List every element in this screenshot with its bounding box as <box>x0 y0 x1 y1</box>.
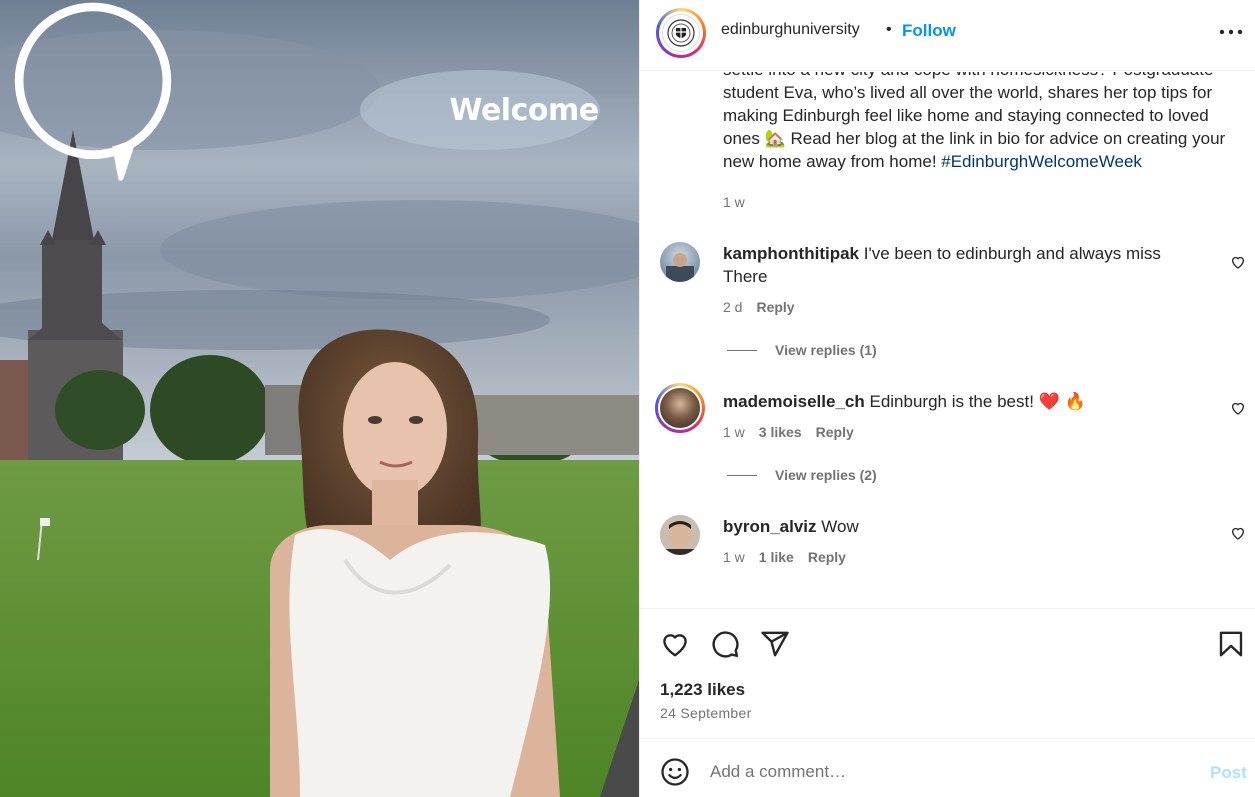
more-horizontal-icon[interactable] <box>1219 22 1243 42</box>
welcome-sticker-text: Welcome <box>449 93 599 128</box>
view-replies-button[interactable]: View replies (2) <box>727 467 877 483</box>
add-comment-bar: Post <box>640 738 1255 797</box>
view-replies-button[interactable]: View replies (1) <box>727 342 877 358</box>
comment-meta: 1 w 1 like Reply <box>723 549 846 565</box>
commenter-avatar[interactable] <box>660 242 700 282</box>
post-details-panel: edinburghuniversity • Follow settle into… <box>639 0 1255 797</box>
view-replies-label: View replies (2) <box>775 467 877 483</box>
comment-username[interactable]: mademoiselle_ch <box>723 392 865 411</box>
comment-likes-count[interactable]: 1 like <box>759 549 794 565</box>
post-header: edinburghuniversity • Follow <box>640 0 1255 71</box>
heart-icon[interactable] <box>660 629 690 659</box>
comment-meta: 2 d Reply <box>723 299 795 315</box>
post-actions: 1,223 likes 24 September <box>640 608 1255 738</box>
reply-button[interactable]: Reply <box>808 549 846 565</box>
comment-body: kamphonthitipak I've been to edinburgh a… <box>723 242 1193 288</box>
comment-like-heart-icon[interactable] <box>1230 254 1246 270</box>
comment-username[interactable]: kamphonthitipak <box>723 244 859 263</box>
reply-button[interactable]: Reply <box>816 424 854 440</box>
post-date: 24 September <box>660 705 752 721</box>
share-icon[interactable] <box>760 629 790 659</box>
follow-button[interactable]: Follow <box>902 21 956 41</box>
comment-time: 1 w <box>723 549 745 565</box>
likes-count[interactable]: 1,223 likes <box>660 680 745 700</box>
comment-icon[interactable] <box>710 629 740 659</box>
comment-like-heart-icon[interactable] <box>1230 525 1246 541</box>
instagram-post: Welcome edinburghuniversity • Follow stu… <box>0 0 1255 797</box>
caption-hashtag[interactable]: #EdinburghWelcomeWeek <box>941 152 1142 171</box>
replies-divider-line <box>727 349 757 351</box>
comment-likes-count[interactable]: 3 likes <box>759 424 802 440</box>
comment-text: Edinburgh is the best! ❤️ 🔥 <box>869 392 1086 411</box>
welcome-sticker-bubble <box>14 2 172 181</box>
post-photo[interactable]: Welcome <box>0 0 639 797</box>
comment-username[interactable]: byron_alviz <box>723 517 817 536</box>
view-replies-label: View replies (1) <box>775 342 877 358</box>
bookmark-icon[interactable] <box>1216 629 1246 659</box>
comment-body: mademoiselle_ch Edinburgh is the best! ❤… <box>723 390 1193 413</box>
comment-input[interactable] <box>710 757 1170 787</box>
reply-button[interactable]: Reply <box>756 299 794 315</box>
comments-list[interactable]: settle into a new city and cope with hom… <box>640 72 1255 608</box>
emoji-icon[interactable] <box>660 757 690 787</box>
commenter-avatar[interactable] <box>660 515 700 555</box>
post-comment-button[interactable]: Post <box>1210 763 1247 783</box>
header-separator: • <box>886 21 892 38</box>
comment-meta: 1 w 3 likes Reply <box>723 424 854 440</box>
caption-time: 1 w <box>723 194 745 210</box>
university-crest-icon <box>662 14 700 52</box>
comment-time: 2 d <box>723 299 743 315</box>
comment-time: 1 w <box>723 424 745 440</box>
account-avatar[interactable] <box>656 8 706 58</box>
account-username[interactable]: edinburghuniversity <box>721 21 860 39</box>
post-caption: settle into a new city and cope with hom… <box>723 72 1233 173</box>
replies-divider-line <box>727 474 757 476</box>
comment-like-heart-icon[interactable] <box>1230 400 1246 416</box>
comment-text: Wow <box>821 517 859 536</box>
commenter-avatar[interactable] <box>655 383 705 433</box>
comment-body: byron_alviz Wow <box>723 515 1193 538</box>
